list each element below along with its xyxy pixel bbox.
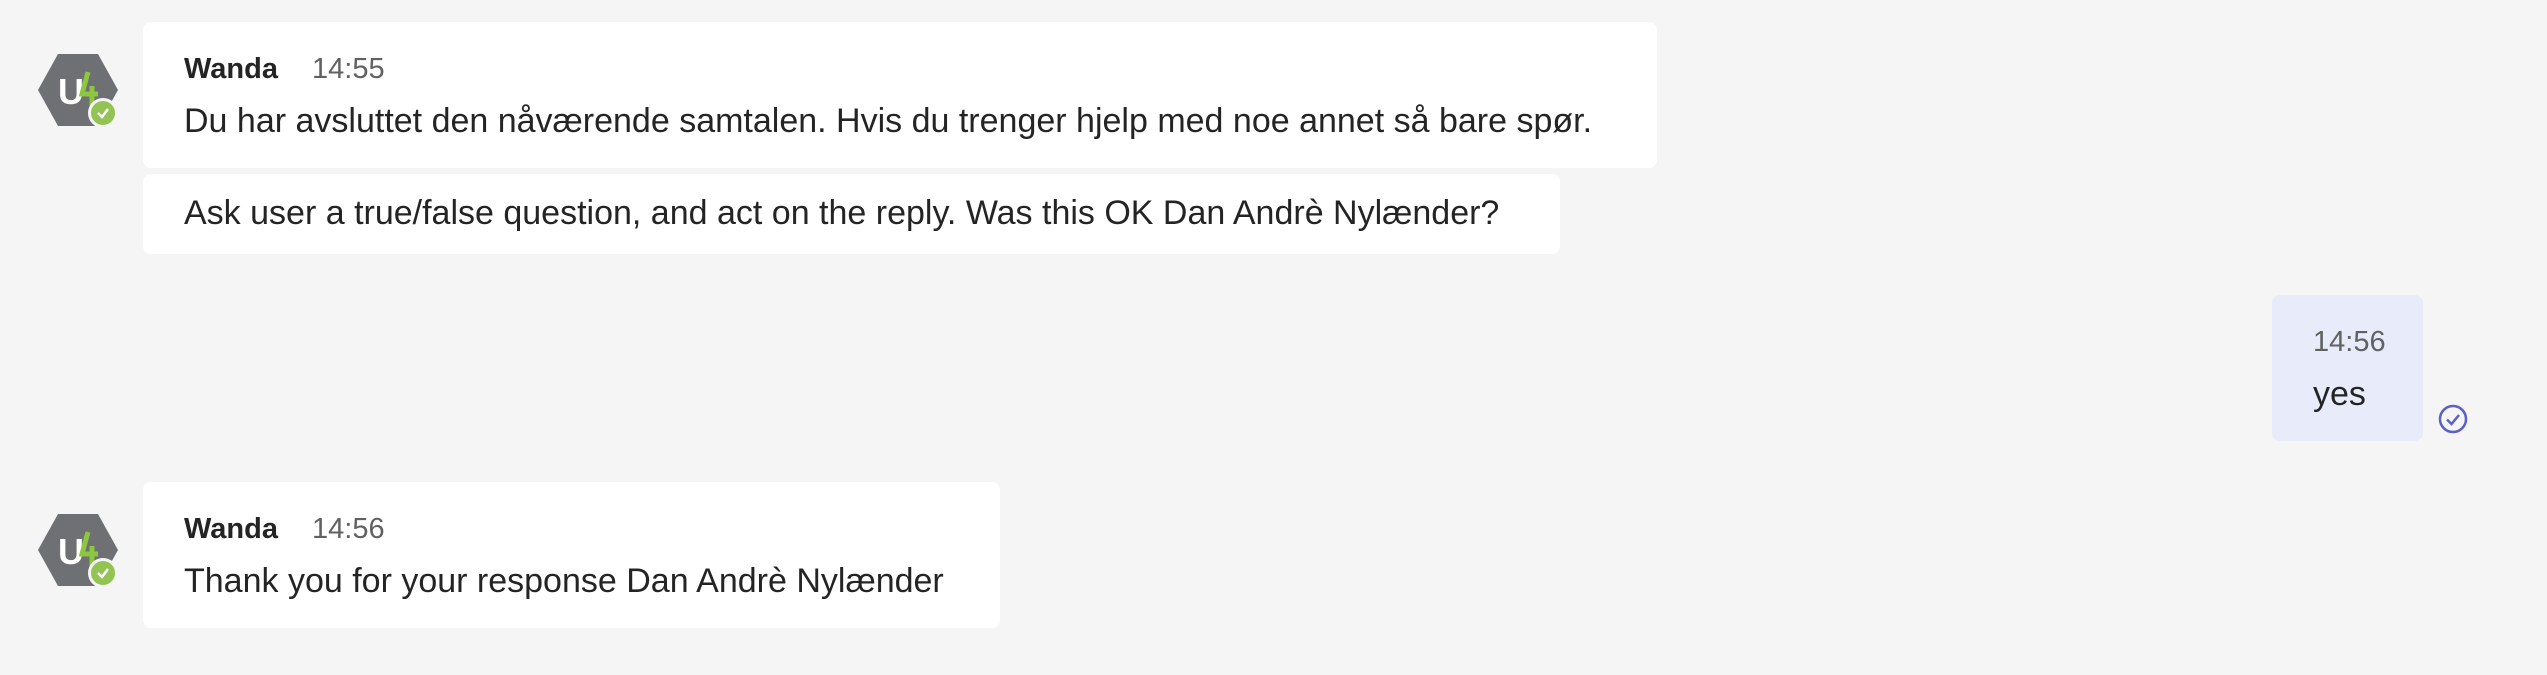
sender-avatar[interactable]: U — [38, 50, 118, 130]
message-meta: Wanda 14:56 — [184, 513, 385, 546]
message-text: Ask user a true/false question, and act … — [184, 194, 1500, 232]
message-meta: Wanda 14:55 — [184, 53, 385, 86]
message-time: 14:56 — [312, 513, 385, 545]
sender-name: Wanda — [184, 53, 278, 85]
message-bubble[interactable]: Wanda 14:56 Thank you for your response … — [143, 482, 1000, 628]
seen-check-icon — [2438, 404, 2468, 434]
message-text: Du har avsluttet den nåværende samtalen.… — [184, 102, 1593, 140]
message-text: Thank you for your response Dan Andrè Ny… — [184, 562, 944, 600]
presence-available-icon — [88, 98, 118, 128]
message-text: yes — [2313, 375, 2366, 413]
message-time: 14:55 — [312, 53, 385, 85]
sender-avatar[interactable]: U — [38, 510, 118, 590]
sender-name: Wanda — [184, 513, 278, 545]
message-bubble-followup[interactable]: Ask user a true/false question, and act … — [143, 174, 1560, 254]
presence-available-icon — [88, 558, 118, 588]
message-bubble[interactable]: Wanda 14:55 Du har avsluttet den nåværen… — [143, 22, 1657, 168]
message-time: 14:56 — [2313, 326, 2386, 358]
my-message-bubble[interactable]: 14:56 yes — [2272, 295, 2423, 441]
